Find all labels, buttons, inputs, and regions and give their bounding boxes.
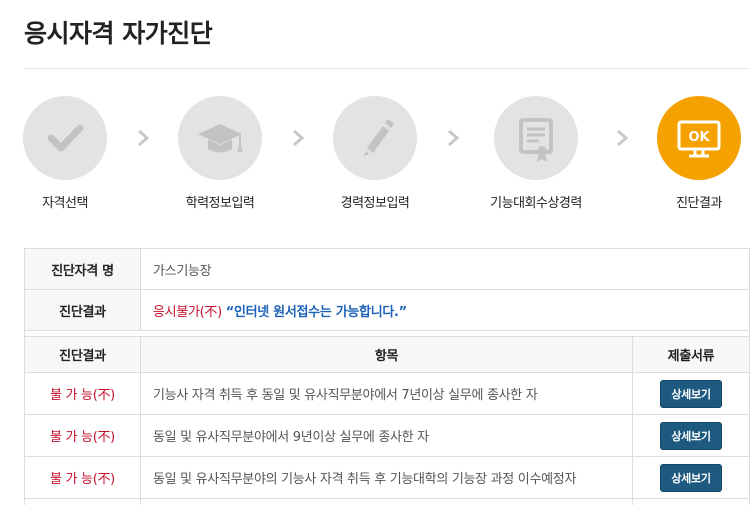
row-result: 불 가 능(不) xyxy=(24,372,141,415)
row-result: 불 가 능(不) xyxy=(24,414,141,457)
chevron-right-icon xyxy=(138,129,150,147)
table-row: 불 가 능(不) 동일 및 유사직무분야에서 9년이상 실무에 종사한 자 상세… xyxy=(24,414,750,457)
qualification-value: 가스기능장 xyxy=(140,248,750,290)
chevron-right-icon xyxy=(293,129,305,147)
qualification-label: 진단자격 명 xyxy=(24,248,141,290)
step-label: 경력정보입력 xyxy=(340,196,410,211)
detail-button[interactable]: 상세보기 xyxy=(660,463,722,492)
result-message: “인터넷 원서접수는 가능합니다.” xyxy=(225,304,407,320)
progress-steps: 자격선택 학력정보입력 경력정보입력 기능대회수상경력 OK 진단결과 xyxy=(0,96,755,216)
step-competition-award[interactable]: 기능대회수상경력 xyxy=(466,96,606,211)
graduation-cap-icon xyxy=(198,124,243,153)
title-divider xyxy=(24,68,749,69)
result-status: 응시불가(不) xyxy=(153,304,222,320)
step-label: 진단결과 xyxy=(676,196,722,211)
step-qualification-select[interactable]: 자격선택 xyxy=(0,96,135,211)
row-result: 불 가 능(不) xyxy=(24,456,141,499)
step-label: 기능대회수상경력 xyxy=(490,196,582,211)
detail-button[interactable]: 상세보기 xyxy=(660,421,722,450)
result-label: 진단결과 xyxy=(24,289,141,331)
row-item: 기능사 자격 취득 후 동일 및 유사직무분야에서 7년이상 실무에 종사한 자 xyxy=(140,372,633,415)
column-header-result: 진단결과 xyxy=(24,336,141,373)
qualification-row: 진단자격 명 가스기능장 xyxy=(24,248,750,290)
diagnosis-table: 진단자격 명 가스기능장 진단결과 응시불가(不) “인터넷 원서접수는 가능합… xyxy=(24,248,750,505)
row-item: 동일 및 유사직무분야에서 9년이상 실무에 종사한 자 xyxy=(140,414,633,457)
result-row: 진단결과 응시불가(不) “인터넷 원서접수는 가능합니다.” xyxy=(24,289,750,331)
step-education-input[interactable]: 학력정보입력 xyxy=(150,96,290,211)
table-row xyxy=(24,498,750,505)
chevron-right-icon xyxy=(617,129,629,147)
svg-text:OK: OK xyxy=(688,130,710,145)
table-row: 불 가 능(不) 동일 및 유사직무분야의 기능사 자격 취득 후 기능대학의 … xyxy=(24,456,750,499)
certificate-icon xyxy=(519,118,553,162)
column-header-item: 항목 xyxy=(140,336,633,373)
checkmark-icon xyxy=(47,124,84,152)
monitor-ok-icon: OK xyxy=(677,120,721,158)
detail-button[interactable]: 상세보기 xyxy=(660,379,722,408)
page-title: 응시자격 자가진단 xyxy=(24,19,213,48)
pencil-icon xyxy=(364,119,394,156)
row-item: 동일 및 유사직무분야의 기능사 자격 취득 후 기능대학의 기능장 과정 이수… xyxy=(140,456,633,499)
chevron-right-icon xyxy=(448,129,460,147)
step-label: 자격선택 xyxy=(42,196,88,211)
step-diagnosis-result[interactable]: OK 진단결과 xyxy=(629,96,755,211)
step-career-input[interactable]: 경력정보입력 xyxy=(305,96,445,211)
column-header-documents: 제출서류 xyxy=(632,336,750,373)
step-label: 학력정보입력 xyxy=(185,196,255,211)
table-header: 진단결과 항목 제출서류 xyxy=(24,336,750,373)
table-row: 불 가 능(不) 기능사 자격 취득 후 동일 및 유사직무분야에서 7년이상 … xyxy=(24,372,750,415)
